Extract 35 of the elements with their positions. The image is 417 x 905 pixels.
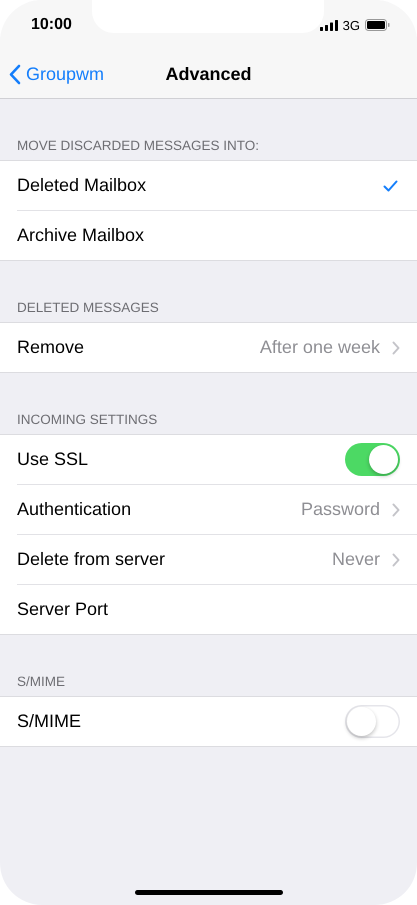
section-header: S/MIME xyxy=(16,673,66,691)
row-label: Remove xyxy=(17,337,84,358)
row-label: Authentication xyxy=(17,499,132,520)
settings-row[interactable]: Delete from server Never xyxy=(17,535,417,585)
settings-row[interactable]: S/MIME xyxy=(17,697,417,746)
row-label: Delete from server xyxy=(17,549,166,570)
row-label: Deleted Mailbox xyxy=(17,175,146,196)
toggle-switch[interactable] xyxy=(345,443,400,476)
row-label: Server Port xyxy=(17,599,108,620)
chevron-right-icon xyxy=(392,502,400,516)
row-label: Archive Mailbox xyxy=(17,225,144,246)
section-header: INCOMING SETTINGS xyxy=(16,411,158,429)
row-value: After one week xyxy=(260,337,380,358)
row-value: Never xyxy=(332,549,380,570)
row-value: Password xyxy=(300,499,380,520)
battery-icon xyxy=(365,19,390,31)
chevron-right-icon xyxy=(392,340,400,354)
settings-row[interactable]: Remove After one week xyxy=(17,323,417,372)
signal-icon xyxy=(320,20,338,30)
toggle-switch[interactable] xyxy=(345,705,400,738)
settings-row[interactable]: Server Port xyxy=(17,585,417,634)
status-time: 10:00 xyxy=(31,16,72,34)
row-label: Use SSL xyxy=(17,449,88,470)
page-title: Advanced xyxy=(165,64,252,84)
row-label: S/MIME xyxy=(17,711,82,732)
section-header: DELETED MESSAGES xyxy=(16,299,160,317)
back-button[interactable]: Groupwm xyxy=(9,64,104,84)
settings-row[interactable]: Authentication Password xyxy=(17,485,417,535)
settings-row[interactable]: Archive Mailbox xyxy=(17,211,417,260)
network-label: 3G xyxy=(342,18,360,32)
settings-row[interactable]: Use SSL xyxy=(17,435,417,485)
chevron-right-icon xyxy=(392,552,400,566)
settings-row[interactable]: Deleted Mailbox xyxy=(17,161,417,211)
chevron-left-icon xyxy=(9,64,21,84)
section-header: MOVE DISCARDED MESSAGES INTO: xyxy=(16,137,260,155)
